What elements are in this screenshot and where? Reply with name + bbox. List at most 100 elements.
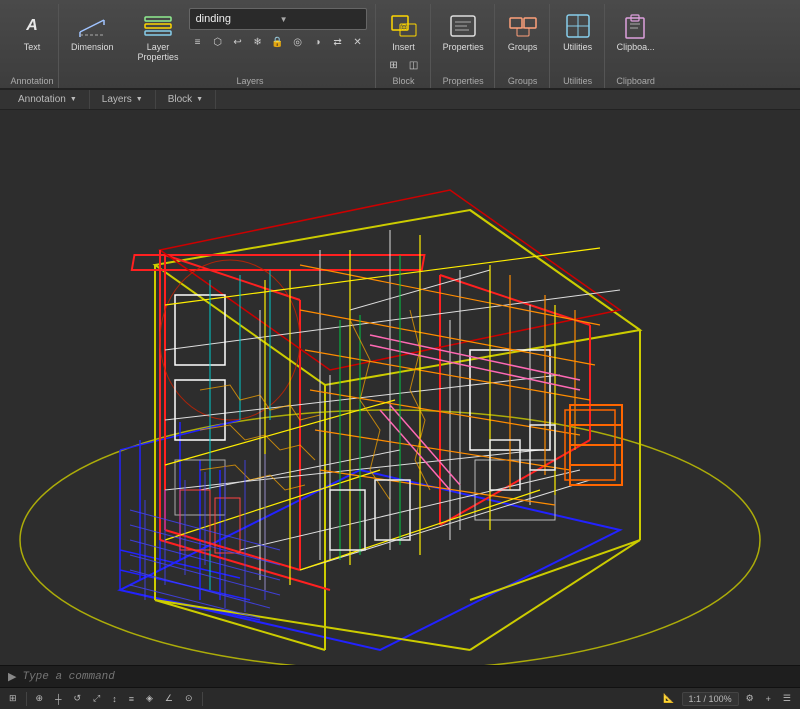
tab-block-label: Block xyxy=(168,94,192,105)
layer-small-icons-row1: ≡ ⬡ ↩ ❄ 🔒 ◎ ◑ ⇄ ✕ xyxy=(189,33,367,51)
layer-properties-label: Layer Properties xyxy=(138,43,179,63)
status-isnap-btn[interactable]: ⤢ xyxy=(88,692,105,705)
status-ortho-btn[interactable]: ┼ xyxy=(50,693,66,705)
status-polar-btn[interactable]: ↺ xyxy=(68,692,86,705)
command-prompt-icon: ▶ xyxy=(8,670,16,683)
status-dyn-btn[interactable]: ↕ xyxy=(107,693,122,705)
text-icon: A xyxy=(26,17,38,35)
status-tr-btn[interactable]: ◈ xyxy=(141,692,158,705)
polar-icon: ↺ xyxy=(73,693,81,704)
block-group-label: Block xyxy=(393,76,415,86)
annotation-dropdown-icon: ▼ xyxy=(70,96,77,103)
layer-small-btn-3[interactable]: ↩ xyxy=(229,33,247,51)
layer-small-btn-6[interactable]: ◎ xyxy=(289,33,307,51)
layers-group-label: Layers xyxy=(237,76,264,86)
zoom-level[interactable]: 1:1 / 100% xyxy=(682,692,739,706)
insert-button-label: Insert xyxy=(392,43,415,53)
status-gizmo-btn[interactable]: ⊙ xyxy=(180,692,198,705)
status-model-btn[interactable]: 📐 xyxy=(658,692,679,705)
tab-block[interactable]: Block ▼ xyxy=(156,90,216,109)
block-small-row: ⊞ ◫ xyxy=(385,57,423,75)
current-layer-name: dinding xyxy=(196,13,276,25)
block-small-1[interactable]: ⊞ xyxy=(385,57,403,75)
ortho-icon: ┼ xyxy=(55,694,61,704)
status-app-btn[interactable]: ☰ xyxy=(778,692,796,705)
layer-small-btn-8[interactable]: ⇄ xyxy=(329,33,347,51)
tab-layers[interactable]: Layers ▼ xyxy=(90,90,156,109)
clipboard-button[interactable]: Clipboa... xyxy=(613,8,659,55)
block-insert-group: ⊕ Insert ⊞ ◫ Block xyxy=(378,4,431,88)
status-snap-btn[interactable]: ⊕ xyxy=(31,692,49,705)
clipboard-group-label: Clipboard xyxy=(616,76,655,86)
clipboard-icon xyxy=(620,10,652,42)
layer-properties-icon xyxy=(142,10,174,42)
sep2 xyxy=(202,692,203,706)
status-sel-btn[interactable]: ∠ xyxy=(160,692,178,705)
layer-small-btn-5[interactable]: 🔒 xyxy=(269,33,287,51)
snap-icon: ⊕ xyxy=(36,693,44,704)
model-icon: 📐 xyxy=(663,693,674,704)
status-plus-btn[interactable]: + xyxy=(761,693,776,705)
cad-canvas xyxy=(0,110,800,665)
dyn-icon: ↕ xyxy=(112,694,117,704)
layer-properties-group: Layer Properties dinding ▼ ≡ ⬡ ↩ ❄ 🔒 ◎ ◑ xyxy=(126,4,376,88)
dimension-tool-group: Dimension Annotation xyxy=(61,4,124,88)
ribbon-toolbar: A Text Annotation Dimension Annotation xyxy=(0,0,800,90)
layer-properties-button[interactable]: Layer Properties xyxy=(134,8,183,65)
tr-icon: ◈ xyxy=(146,693,153,704)
utilities-button-label: Utilities xyxy=(563,43,592,53)
utilities-icon xyxy=(562,10,594,42)
layer-small-btn-9[interactable]: ✕ xyxy=(349,33,367,51)
layer-small-btn-7[interactable]: ◑ xyxy=(309,33,327,51)
gizmo-icon: ⊙ xyxy=(185,693,193,704)
layer-small-btn-1[interactable]: ≡ xyxy=(189,33,207,51)
cad-viewport[interactable] xyxy=(0,110,800,665)
clipboard-button-label: Clipboa... xyxy=(617,43,655,53)
dropdown-arrow-icon: ▼ xyxy=(280,15,360,24)
status-grid-btn[interactable]: ⊞ xyxy=(4,692,22,705)
insert-icon: ⊕ xyxy=(388,10,420,42)
ribbon-tab-bar: Annotation ▼ Layers ▼ Block ▼ xyxy=(0,90,800,110)
status-right-group: 📐 1:1 / 100% ⚙ + ☰ xyxy=(658,692,796,706)
tab-layers-label: Layers xyxy=(102,94,132,105)
properties-button[interactable]: Properties xyxy=(439,8,488,55)
block-dropdown-icon: ▼ xyxy=(196,96,203,103)
utilities-group-label: Utilities xyxy=(563,76,592,86)
block-small-2[interactable]: ◫ xyxy=(405,57,423,75)
dimension-icon xyxy=(76,10,108,42)
command-bar: ▶ xyxy=(0,665,800,687)
command-input[interactable] xyxy=(22,671,792,683)
layer-small-btn-4[interactable]: ❄ xyxy=(249,33,267,51)
grid-icon: ⊞ xyxy=(9,693,17,704)
isnap-icon: ⤢ xyxy=(93,693,100,704)
groups-group: Groups Groups xyxy=(497,4,550,88)
layer-dropdown[interactable]: dinding ▼ xyxy=(189,8,367,30)
insert-button[interactable]: ⊕ Insert xyxy=(384,8,424,55)
zoom-label: 1:1 / 100% xyxy=(689,694,732,704)
annotation-group-label: Annotation xyxy=(10,76,53,86)
dimension-button-label: Dimension xyxy=(71,43,114,53)
text-tool-group: A Text Annotation xyxy=(6,4,59,88)
clipboard-group: Clipboa... Clipboard xyxy=(607,4,665,88)
status-settings-btn[interactable]: ⚙ xyxy=(741,692,759,705)
groups-button[interactable]: Groups xyxy=(503,8,543,55)
groups-group-label: Groups xyxy=(508,76,538,86)
sel-icon: ∠ xyxy=(165,693,173,704)
tab-annotation[interactable]: Annotation ▼ xyxy=(6,90,90,109)
sep1 xyxy=(26,692,27,706)
settings-icon: ⚙ xyxy=(746,693,754,704)
svg-text:⊕: ⊕ xyxy=(400,22,408,32)
groups-button-label: Groups xyxy=(508,43,538,53)
layer-small-btn-2[interactable]: ⬡ xyxy=(209,33,227,51)
properties-button-label: Properties xyxy=(443,43,484,53)
utilities-button[interactable]: Utilities xyxy=(558,8,598,55)
properties-group-label: Properties xyxy=(443,76,484,86)
properties-group: Properties Properties xyxy=(433,4,495,88)
lw-icon: ≡ xyxy=(129,694,134,704)
groups-icon xyxy=(507,10,539,42)
dimension-button[interactable]: Dimension xyxy=(67,8,118,55)
tab-annotation-label: Annotation xyxy=(18,94,66,105)
status-lw-btn[interactable]: ≡ xyxy=(124,693,139,705)
text-button[interactable]: A Text xyxy=(12,8,52,55)
app-icon: ☰ xyxy=(783,693,791,704)
